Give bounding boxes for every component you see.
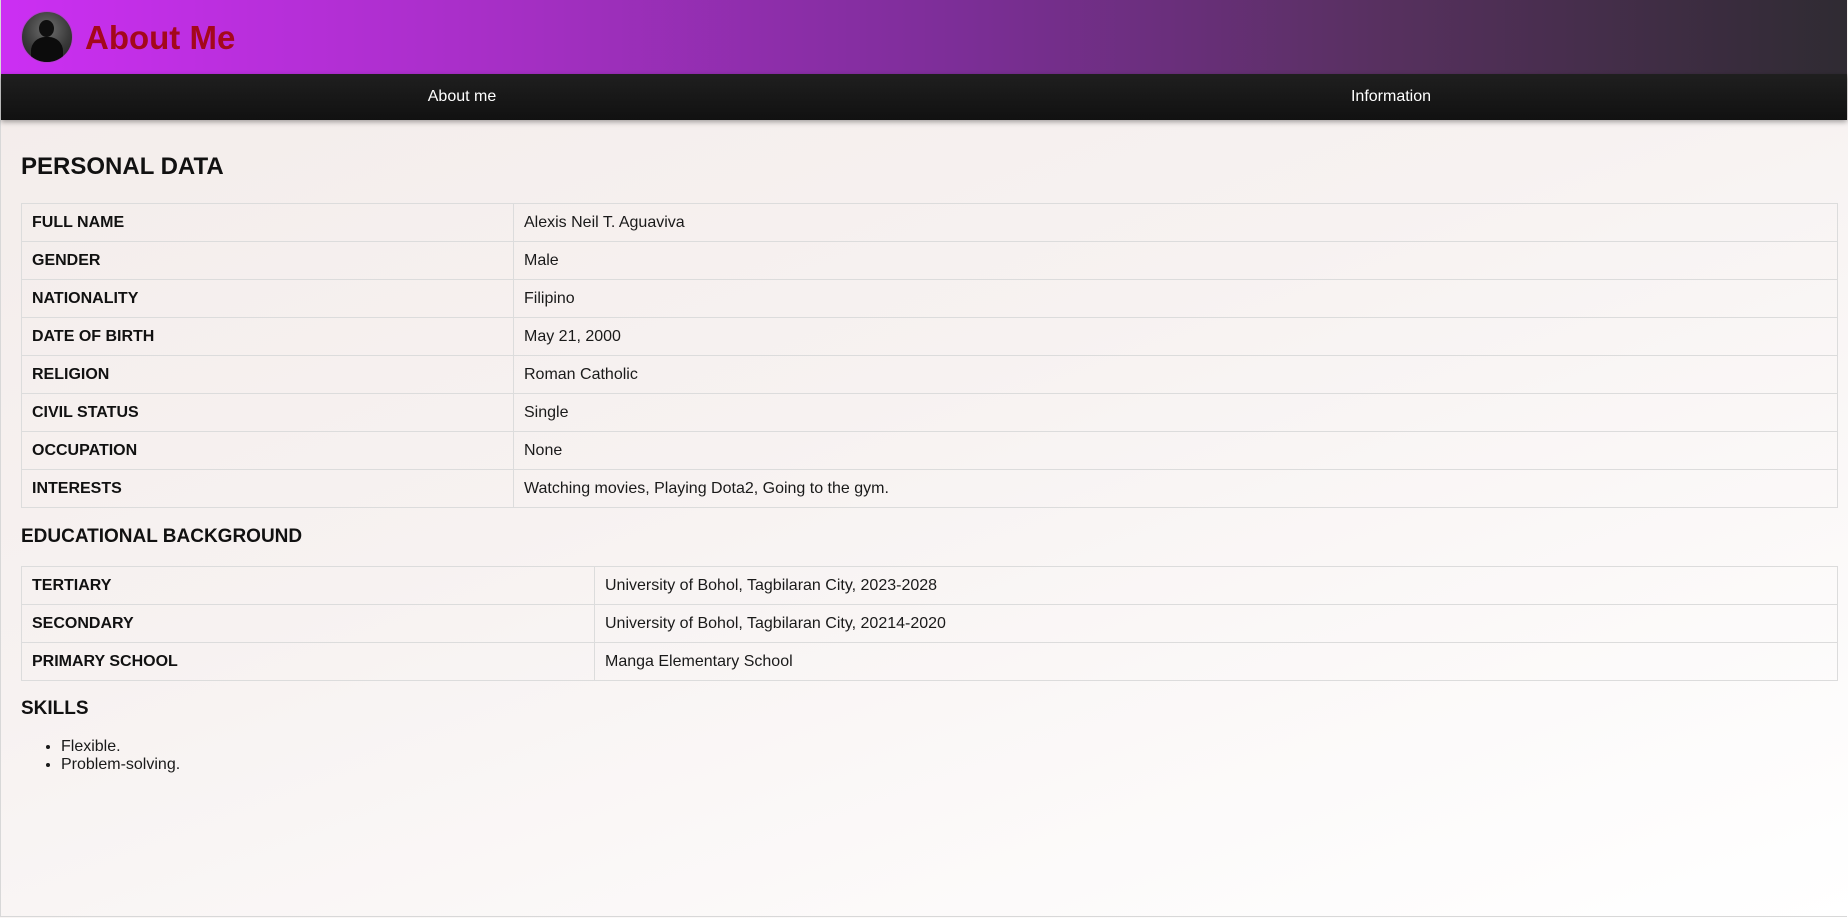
table-row: SECONDARY University of Bohol, Tagbilara… xyxy=(21,604,1838,643)
nav-bar: About me Information xyxy=(1,74,1847,120)
personal-data-heading: PERSONAL DATA xyxy=(21,153,224,180)
row-value: Alexis Neil T. Aguaviva xyxy=(513,203,1838,242)
skills-heading: SKILLS xyxy=(21,698,89,719)
list-item: Flexible. xyxy=(61,738,1838,756)
table-row: TERTIARY University of Bohol, Tagbilaran… xyxy=(21,566,1838,605)
row-value: May 21, 2000 xyxy=(513,317,1838,356)
row-value: Filipino xyxy=(513,279,1838,318)
row-value: University of Bohol, Tagbilaran City, 20… xyxy=(594,604,1838,643)
row-label: NATIONALITY xyxy=(21,279,514,318)
row-label: OCCUPATION xyxy=(21,431,514,470)
table-row: OCCUPATION None xyxy=(21,431,1838,470)
table-row: GENDER Male xyxy=(21,241,1838,280)
row-value: None xyxy=(513,431,1838,470)
avatar-head-shape xyxy=(39,20,54,37)
table-row: FULL NAME Alexis Neil T. Aguaviva xyxy=(21,203,1838,242)
main-content: PERSONAL DATA FULL NAME Alexis Neil T. A… xyxy=(21,120,1838,774)
row-value: Single xyxy=(513,393,1838,432)
row-label: FULL NAME xyxy=(21,203,514,242)
table-row: PRIMARY SCHOOL Manga Elementary School xyxy=(21,642,1838,681)
page-title: About Me xyxy=(85,18,236,56)
avatar-body-shape xyxy=(31,37,63,62)
table-row: DATE OF BIRTH May 21, 2000 xyxy=(21,317,1838,356)
nav-link-about-me[interactable]: About me xyxy=(428,74,496,120)
row-label: TERTIARY xyxy=(21,566,595,605)
row-label: SECONDARY xyxy=(21,604,595,643)
row-value: Roman Catholic xyxy=(513,355,1838,394)
table-row: RELIGION Roman Catholic xyxy=(21,355,1838,394)
nav-link-information[interactable]: Information xyxy=(1351,74,1431,120)
list-item: Problem-solving. xyxy=(61,756,1838,774)
row-value: Male xyxy=(513,241,1838,280)
row-label: CIVIL STATUS xyxy=(21,393,514,432)
avatar xyxy=(21,11,73,63)
row-value: University of Bohol, Tagbilaran City, 20… xyxy=(594,566,1838,605)
educational-background-heading: EDUCATIONAL BACKGROUND xyxy=(21,526,303,547)
table-row: CIVIL STATUS Single xyxy=(21,393,1838,432)
table-row: NATIONALITY Filipino xyxy=(21,279,1838,318)
row-value: Manga Elementary School xyxy=(594,642,1838,681)
row-value: Watching movies, Playing Dota2, Going to… xyxy=(513,469,1838,508)
personal-data-table: FULL NAME Alexis Neil T. Aguaviva GENDER… xyxy=(21,203,1838,508)
row-label: INTERESTS xyxy=(21,469,514,508)
table-row: INTERESTS Watching movies, Playing Dota2… xyxy=(21,469,1838,508)
row-label: DATE OF BIRTH xyxy=(21,317,514,356)
site-header: About Me xyxy=(1,0,1847,74)
education-table: TERTIARY University of Bohol, Tagbilaran… xyxy=(21,566,1838,681)
row-label: GENDER xyxy=(21,241,514,280)
row-label: RELIGION xyxy=(21,355,514,394)
row-label: PRIMARY SCHOOL xyxy=(21,642,595,681)
skills-list: Flexible. Problem-solving. xyxy=(21,738,1838,774)
